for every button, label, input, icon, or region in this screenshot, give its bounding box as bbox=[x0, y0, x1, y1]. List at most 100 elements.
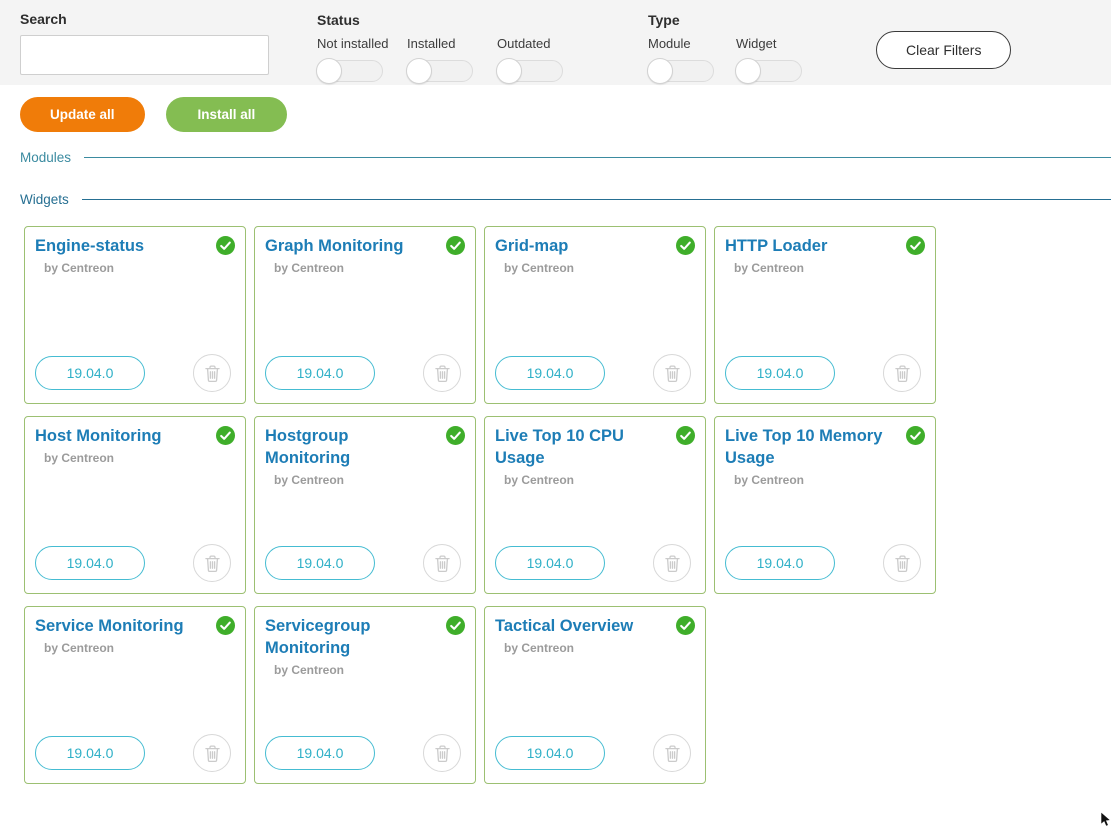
clear-filters-button[interactable]: Clear Filters bbox=[876, 31, 1011, 69]
extension-name: Host Monitoring bbox=[35, 426, 233, 448]
extension-name: Service Monitoring bbox=[35, 616, 233, 638]
filter-toggle: Installed bbox=[407, 36, 497, 82]
extension-author: by Centreon bbox=[274, 473, 463, 487]
toggle-switch[interactable] bbox=[497, 60, 563, 82]
extension-card[interactable]: Graph Monitoring by Centreon 19.04.0 bbox=[254, 226, 476, 404]
installed-check-icon bbox=[216, 426, 235, 445]
filter-toggle: Not installed bbox=[317, 36, 407, 82]
extension-name: Live Top 10 Memory Usage bbox=[725, 426, 923, 470]
extension-name: Servicegroup Monitoring bbox=[265, 616, 463, 660]
toggle-label: Module bbox=[648, 36, 736, 51]
version-button[interactable]: 19.04.0 bbox=[495, 546, 605, 580]
extension-name: Hostgroup Monitoring bbox=[265, 426, 463, 470]
card-grid: Engine-status by Centreon 19.04.0 bbox=[24, 226, 946, 784]
delete-button[interactable] bbox=[653, 544, 691, 582]
extension-card[interactable]: Host Monitoring by Centreon 19.04.0 bbox=[24, 416, 246, 594]
extension-card[interactable]: Grid-map by Centreon 19.04.0 bbox=[484, 226, 706, 404]
version-button[interactable]: 19.04.0 bbox=[35, 736, 145, 770]
extension-author: by Centreon bbox=[504, 473, 693, 487]
mouse-cursor bbox=[1100, 811, 1111, 833]
installed-check-icon bbox=[676, 236, 695, 255]
type-filter-label: Type bbox=[648, 12, 680, 28]
delete-button[interactable] bbox=[423, 354, 461, 392]
filter-bar: Search Status Not installed Installed Ou… bbox=[0, 0, 1111, 85]
installed-check-icon bbox=[676, 616, 695, 635]
extension-card[interactable]: HTTP Loader by Centreon 19.04.0 bbox=[714, 226, 936, 404]
status-toggle-group: Not installed Installed Outdated bbox=[317, 36, 587, 82]
toggle-knob[interactable] bbox=[316, 58, 342, 84]
toggle-knob[interactable] bbox=[406, 58, 432, 84]
extension-author: by Centreon bbox=[44, 451, 233, 465]
version-button[interactable]: 19.04.0 bbox=[265, 736, 375, 770]
extension-author: by Centreon bbox=[504, 641, 693, 655]
toggle-label: Widget bbox=[736, 36, 824, 51]
delete-button[interactable] bbox=[883, 544, 921, 582]
version-button[interactable]: 19.04.0 bbox=[265, 546, 375, 580]
installed-check-icon bbox=[676, 426, 695, 445]
extension-card[interactable]: Hostgroup Monitoring by Centreon 19.04.0 bbox=[254, 416, 476, 594]
toggle-switch[interactable] bbox=[736, 60, 802, 82]
extension-card[interactable]: Engine-status by Centreon 19.04.0 bbox=[24, 226, 246, 404]
filter-toggle: Widget bbox=[736, 36, 824, 82]
install-all-button[interactable]: Install all bbox=[166, 97, 288, 132]
trash-icon bbox=[434, 554, 451, 573]
extension-card[interactable]: Service Monitoring by Centreon 19.04.0 bbox=[24, 606, 246, 784]
trash-icon bbox=[894, 554, 911, 573]
delete-button[interactable] bbox=[653, 734, 691, 772]
version-button[interactable]: 19.04.0 bbox=[495, 356, 605, 390]
delete-button[interactable] bbox=[423, 544, 461, 582]
version-button[interactable]: 19.04.0 bbox=[265, 356, 375, 390]
extension-author: by Centreon bbox=[734, 473, 923, 487]
toggle-label: Installed bbox=[407, 36, 497, 51]
installed-check-icon bbox=[446, 426, 465, 445]
toggle-knob[interactable] bbox=[496, 58, 522, 84]
toggle-label: Outdated bbox=[497, 36, 587, 51]
section-divider bbox=[82, 199, 1111, 200]
bulk-actions: Update all Install all bbox=[20, 97, 1111, 132]
toggle-switch[interactable] bbox=[407, 60, 473, 82]
trash-icon bbox=[204, 744, 221, 763]
extension-name: Graph Monitoring bbox=[265, 236, 463, 258]
section-title: Modules bbox=[20, 150, 71, 165]
extension-author: by Centreon bbox=[734, 261, 923, 275]
trash-icon bbox=[664, 364, 681, 383]
extension-name: Live Top 10 CPU Usage bbox=[495, 426, 693, 470]
version-button[interactable]: 19.04.0 bbox=[35, 546, 145, 580]
toggle-knob[interactable] bbox=[647, 58, 673, 84]
version-button[interactable]: 19.04.0 bbox=[725, 356, 835, 390]
extension-name: Engine-status bbox=[35, 236, 233, 258]
version-button[interactable]: 19.04.0 bbox=[495, 736, 605, 770]
status-filter-label: Status bbox=[317, 12, 360, 28]
delete-button[interactable] bbox=[193, 734, 231, 772]
installed-check-icon bbox=[216, 616, 235, 635]
delete-button[interactable] bbox=[423, 734, 461, 772]
version-button[interactable]: 19.04.0 bbox=[35, 356, 145, 390]
extension-name: HTTP Loader bbox=[725, 236, 923, 258]
version-button[interactable]: 19.04.0 bbox=[725, 546, 835, 580]
trash-icon bbox=[894, 364, 911, 383]
delete-button[interactable] bbox=[193, 354, 231, 392]
search-input[interactable] bbox=[20, 35, 269, 75]
extension-card[interactable]: Live Top 10 CPU Usage by Centreon 19.04.… bbox=[484, 416, 706, 594]
section-title: Widgets bbox=[20, 192, 69, 207]
extension-card[interactable]: Tactical Overview by Centreon 19.04.0 bbox=[484, 606, 706, 784]
toggle-switch[interactable] bbox=[317, 60, 383, 82]
section-divider bbox=[84, 157, 1111, 158]
installed-check-icon bbox=[216, 236, 235, 255]
installed-check-icon bbox=[446, 616, 465, 635]
toggle-knob[interactable] bbox=[735, 58, 761, 84]
extensions-section: Widgets Engine-status by Centreon 19.04.… bbox=[20, 190, 1111, 784]
toggle-switch[interactable] bbox=[648, 60, 714, 82]
extension-author: by Centreon bbox=[44, 641, 233, 655]
extension-card[interactable]: Live Top 10 Memory Usage by Centreon 19.… bbox=[714, 416, 936, 594]
delete-button[interactable] bbox=[883, 354, 921, 392]
delete-button[interactable] bbox=[653, 354, 691, 392]
extension-card[interactable]: Servicegroup Monitoring by Centreon 19.0… bbox=[254, 606, 476, 784]
extension-author: by Centreon bbox=[274, 663, 463, 677]
trash-icon bbox=[664, 554, 681, 573]
sections: Modules Widgets Engine-status by Centreo… bbox=[20, 148, 1111, 784]
delete-button[interactable] bbox=[193, 544, 231, 582]
type-toggle-group: Module Widget bbox=[648, 36, 824, 82]
update-all-button[interactable]: Update all bbox=[20, 97, 145, 132]
trash-icon bbox=[204, 364, 221, 383]
